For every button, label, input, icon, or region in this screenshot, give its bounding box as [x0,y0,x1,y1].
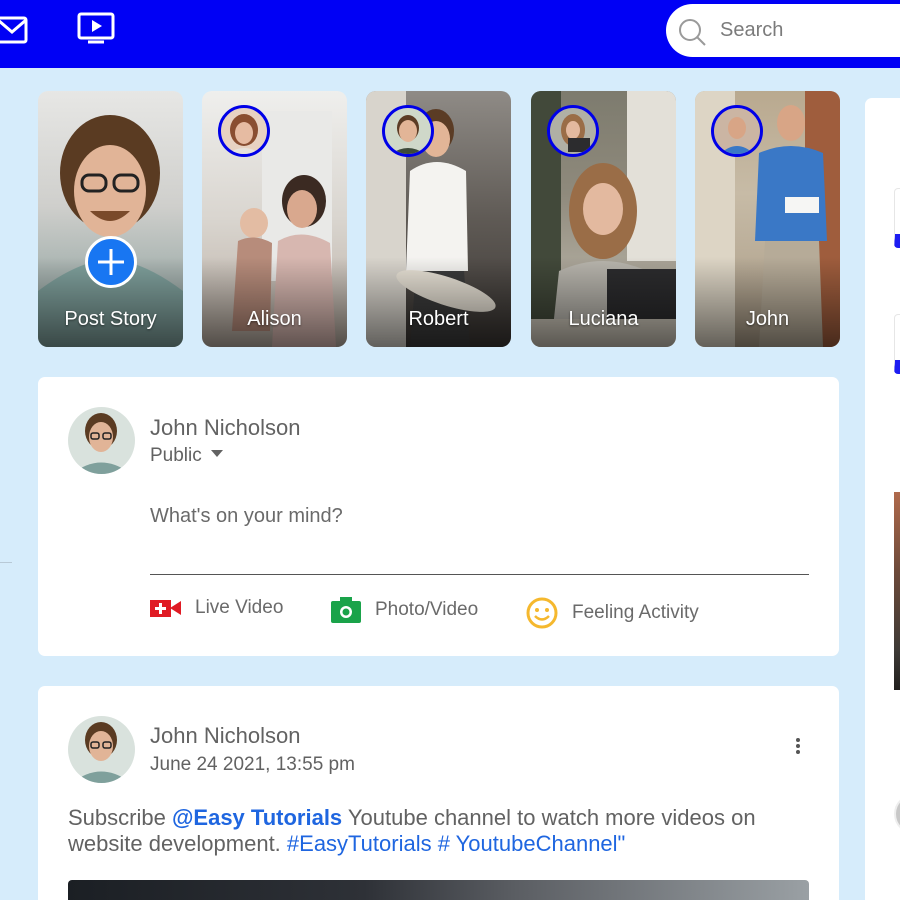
story-card-robert[interactable]: Robert [366,91,511,347]
story-card-luciana[interactable]: Luciana [531,91,676,347]
story-name: John [745,308,790,330]
post-text-part: Subscribe [68,805,172,830]
live-video-button[interactable]: Live Video [150,597,283,619]
left-sidebar-edge [0,562,12,563]
feeling-activity-button[interactable]: Feeling Activity [526,597,699,629]
event-card[interactable] [894,314,900,374]
mention-link[interactable]: @Easy Tutorials [172,805,342,830]
search-box[interactable] [666,4,900,57]
user-name[interactable]: John Nicholson [150,415,300,441]
story-card-post-story[interactable]: Post Story [38,91,183,347]
advertisement-image[interactable] [894,492,900,690]
story-name: Post Story [64,308,157,330]
video-icon[interactable] [77,12,115,44]
post-composer: John Nicholson Public Live Video Photo/V… [38,377,839,656]
post-author[interactable]: John Nicholson [150,723,300,749]
feed-post: John Nicholson June 24 2021, 13:55 pm Su… [38,686,839,900]
live-video-icon [150,600,181,617]
story-avatar [547,105,599,157]
story-avatar [218,105,270,157]
avatar[interactable] [68,407,135,474]
action-label: Photo/Video [375,599,479,620]
story-avatar [382,105,434,157]
top-navbar [0,0,900,68]
story-name: Alison [247,308,302,330]
camera-icon [331,597,361,623]
story-name: Robert [408,308,469,330]
more-options-icon[interactable] [793,736,803,760]
search-input[interactable] [720,16,900,44]
add-story-button[interactable] [85,236,137,288]
post-input[interactable] [150,505,790,528]
hashtag-link[interactable]: #EasyTutorials # YoutubeChannel" [287,831,625,856]
story-avatar [711,105,763,157]
post-text: Subscribe @Easy Tutorials Youtube channe… [68,805,808,857]
avatar[interactable] [68,716,135,783]
mail-icon[interactable] [0,15,28,45]
right-sidebar [865,98,900,900]
post-date: June 24 2021, 13:55 pm [150,754,355,775]
story-card-john[interactable]: John [695,91,840,347]
post-image[interactable] [68,880,809,900]
search-icon [679,19,706,46]
photo-video-button[interactable]: Photo/Video [331,597,478,623]
action-label: Feeling Activity [572,602,699,623]
story-card-alison[interactable]: Alison [202,91,347,347]
story-name: Luciana [568,308,639,330]
contact-avatar[interactable] [894,794,900,834]
action-label: Live Video [195,597,284,618]
event-card[interactable] [894,188,900,248]
privacy-select[interactable]: Public [150,445,223,467]
caret-down-icon [210,450,223,457]
smiley-icon [526,597,558,629]
privacy-label: Public [150,445,202,466]
divider [150,574,809,575]
